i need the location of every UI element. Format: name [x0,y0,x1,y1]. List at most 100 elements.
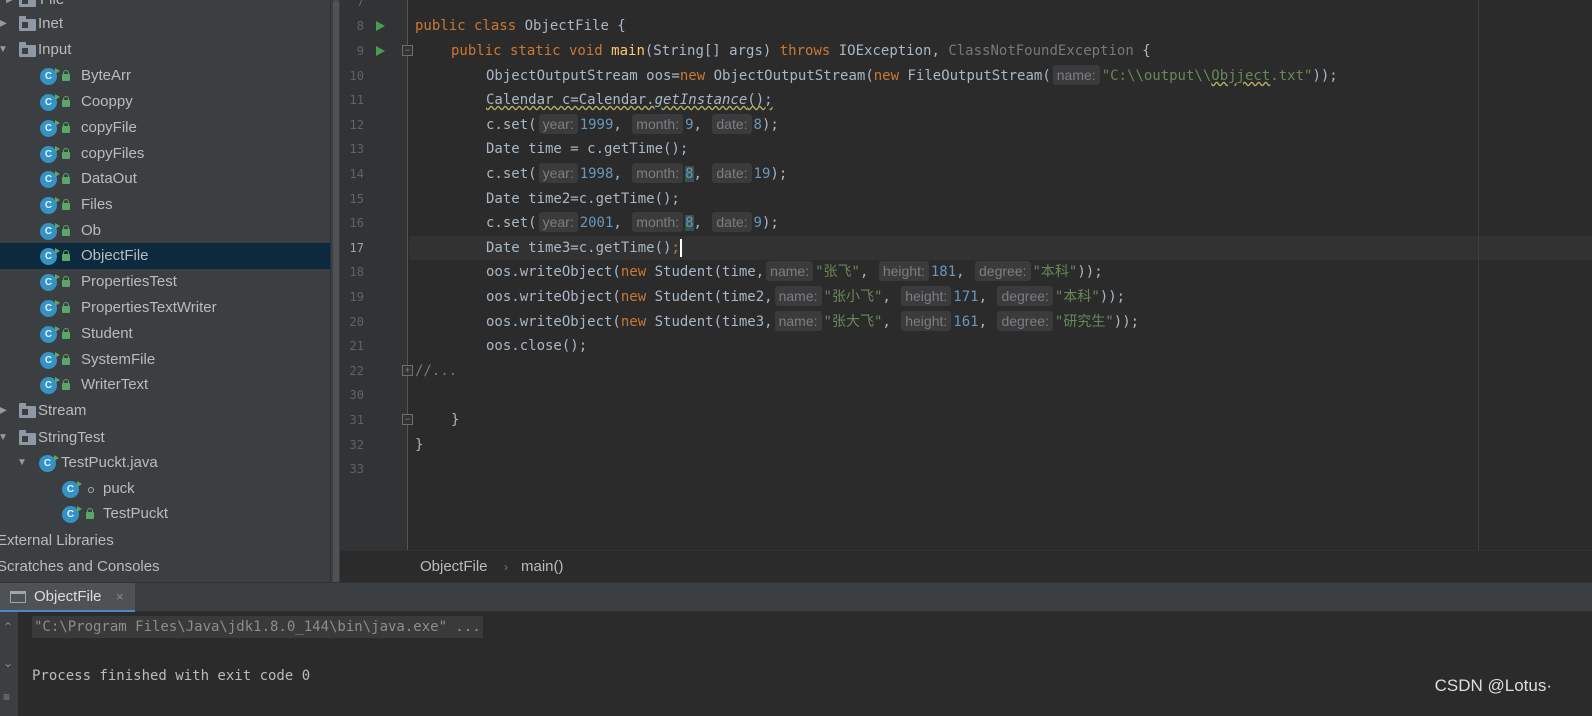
code-text: Calendar c=Calendar. [486,92,655,108]
tree-item-external-libraries[interactable]: External Libraries [0,528,330,554]
console-exit-line: Process finished with exit code 0 [32,668,311,684]
tree-item-objectfile[interactable]: C ObjectFile [0,243,330,269]
parameter-hint: height: [901,311,952,331]
run-tab-objectfile[interactable]: ObjectFile × [0,583,135,613]
chevron-down-icon[interactable]: ▼ [0,425,9,451]
tree-item-inet-package[interactable]: ▶ Inet [0,11,330,37]
run-main-icon[interactable] [376,46,385,56]
fold-expand-icon[interactable]: + [402,365,413,376]
parameter-hint: name: [1052,65,1100,85]
code-line-11: Calendar c=Calendar.getInstance(); [486,88,773,112]
method-name: main [611,43,645,59]
breadcrumb-method[interactable]: main() [521,551,564,583]
run-tab-label: ObjectFile [34,588,102,605]
arrow-down-icon[interactable]: ⌄ [3,656,13,670]
code-line-22-folded[interactable]: //... [415,359,457,383]
tree-item-input-package[interactable]: ▼ Input [0,37,330,63]
tree-item-files[interactable]: C Files [0,192,330,218]
tree-item-label: TestPuckt.java [61,454,158,471]
run-class-icon[interactable] [376,21,385,31]
code-text: ObjectOutputStream oos= [486,68,680,84]
scrollbar-thumb[interactable] [333,0,339,590]
console-command-line[interactable]: "C:\Program Files\Java\jdk1.8.0_144\bin\… [32,616,483,638]
lock-icon [62,96,70,107]
fold-collapse-icon[interactable]: − [402,45,413,56]
line-number: 10 [349,69,364,83]
string-literal: "研究生" [1054,314,1114,330]
code-editor[interactable]: 7 8 9 10 11 12 13 14 15 16 17 18 19 20 2… [340,0,1592,550]
tree-item-writertext[interactable]: C WriterText [0,372,330,398]
chevron-right-icon[interactable]: ▶ [0,398,9,424]
tree-item-systemfile[interactable]: C SystemFile [0,347,330,373]
number-literal: 181 [930,264,957,280]
tree-item-scratches[interactable]: Scratches and Consoles [0,554,330,580]
tree-item-stringtest-package[interactable]: ▼ StringTest [0,425,330,451]
parameter-hint: degree: [997,311,1053,331]
tree-item-propertiestextwriter[interactable]: C PropertiesTextWriter [0,295,330,321]
line-number: 20 [349,315,364,329]
chevron-down-icon[interactable]: ▼ [0,37,9,63]
parameter-hint: degree: [997,286,1053,306]
lock-icon [62,354,70,365]
keyword: public class [415,18,517,34]
close-icon[interactable]: × [116,583,124,611]
package-folder-icon [19,16,36,31]
chevron-down-icon[interactable]: ▼ [16,450,28,476]
tree-item-label: copyFile [81,119,137,136]
java-class-icon: C [40,326,60,343]
tree-item-copyfiles[interactable]: C copyFiles [0,141,330,167]
line-number: 13 [349,142,364,156]
code-text: ); [761,117,779,133]
tree-item-stream-package[interactable]: ▶ Stream [0,398,330,424]
code-line-9: public static void main(String[] args) t… [451,39,1151,63]
tree-item-propertiestest[interactable]: C PropertiesTest [0,269,330,295]
number-literal: 1999 [579,117,614,133]
code-text: , [693,215,711,231]
code-text: , [613,117,631,133]
breadcrumb-class[interactable]: ObjectFile [420,551,488,583]
code-text: oos.writeObject( [486,264,621,280]
tree-item-label: copyFiles [81,145,145,162]
code-text: (String[] args) [644,43,780,59]
code-text: Student( [646,264,723,280]
chevron-right-icon[interactable]: ▶ [0,11,9,37]
tree-item-bytearr[interactable]: C ByteArr [0,63,330,89]
tree-scrollbar[interactable] [330,0,340,590]
tree-item-ob[interactable]: C Ob [0,218,330,244]
parameter-hint: degree: [975,261,1031,281]
tree-item-label: DataOut [81,170,137,187]
console-output[interactable]: ⌃ ⌄ ≡ "C:\Program Files\Java\jdk1.8.0_14… [0,612,1592,716]
line-number: 33 [349,462,364,476]
tree-item-student[interactable]: C Student [0,321,330,347]
number-literal: 1998 [579,166,614,182]
parameter-hint: date: [712,114,752,134]
tree-item-copyfile[interactable]: C copyFile [0,115,330,141]
class-declaration: ObjectFile { [524,18,626,34]
keyword: new [620,314,647,330]
java-class-icon: C [40,248,60,265]
arrow-up-icon[interactable]: ⌃ [3,620,13,634]
lock-icon [62,148,70,159]
tree-item-label: Input [38,41,72,58]
java-class-icon: C [40,94,60,111]
parameter-hint: height: [901,286,952,306]
line-number: 32 [349,438,364,452]
tree-item-puck[interactable]: C puck [0,476,330,502]
java-class-icon: C [40,120,60,137]
string-literal: "张大飞" [823,314,883,330]
string-literal: "张小飞" [823,289,883,305]
fold-end-icon[interactable]: − [402,414,413,425]
tree-item-testpuckt-java[interactable]: ▼ C TestPuckt.java [0,450,330,476]
parameter-hint: date: [712,212,752,232]
code-line-20: oos.writeObject(new Student(time3, name: "… [486,310,1139,334]
tree-item-dataout[interactable]: C DataOut [0,166,330,192]
tree-item-testpuckt[interactable]: C TestPuckt [0,501,330,527]
number-literal: 161 [953,314,979,330]
static-method: getInstance [654,92,748,108]
soft-wrap-icon[interactable]: ≡ [3,690,10,704]
breadcrumb: ObjectFile › main() [340,550,1592,582]
code-text: )); [1099,289,1126,305]
line-number: 16 [349,216,364,230]
lock-icon [62,122,70,133]
tree-item-cooppy[interactable]: C Cooppy [0,89,330,115]
